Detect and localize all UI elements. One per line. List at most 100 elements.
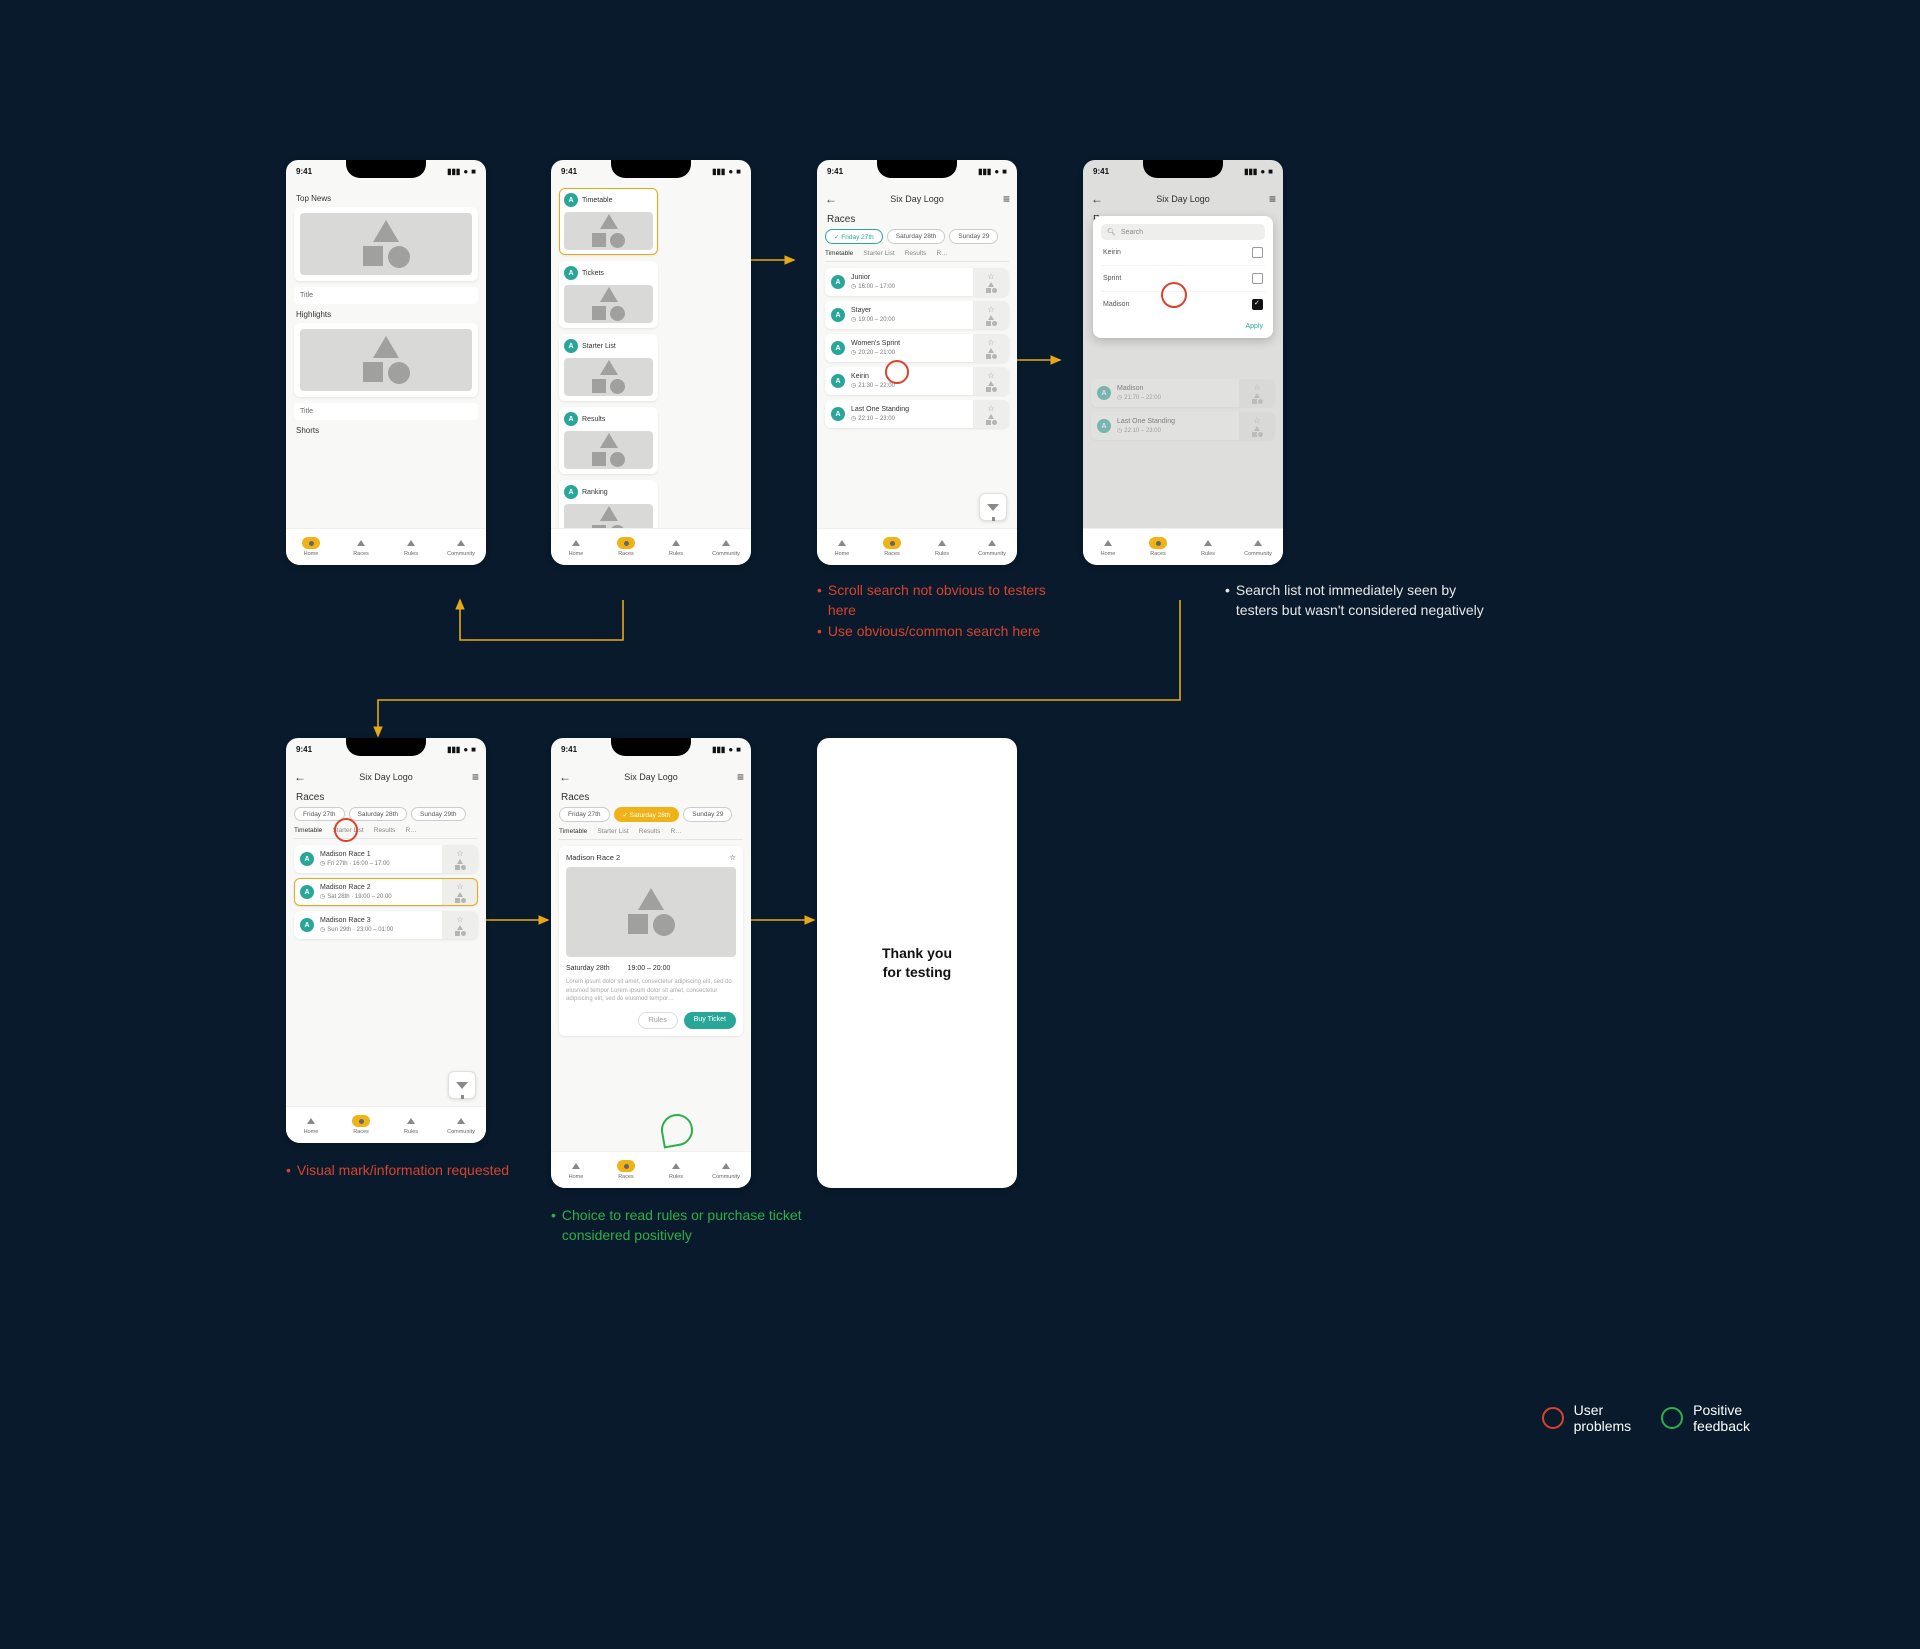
apply-button[interactable]: Apply bbox=[1101, 317, 1265, 330]
filter-fab[interactable] bbox=[448, 1071, 476, 1099]
race-item[interactable]: AStayer◷19:00 – 20:00☆ bbox=[825, 301, 1009, 329]
nav-races[interactable]: Races bbox=[601, 529, 651, 565]
checkbox[interactable] bbox=[1252, 273, 1263, 284]
tile-timetable[interactable]: ATimetable bbox=[559, 188, 658, 255]
chip-friday[interactable]: Friday 27th bbox=[294, 807, 345, 821]
clock-icon: ◷ bbox=[851, 283, 856, 290]
nav-community[interactable]: Community bbox=[967, 529, 1017, 565]
page-title: Races bbox=[827, 214, 1007, 225]
tab-starter[interactable]: Starter List bbox=[863, 250, 894, 257]
race-item[interactable]: ALast One Standing◷22:10 – 23:00☆ bbox=[825, 400, 1009, 428]
day-chips[interactable]: Friday 27th Saturday 28th Sunday 29 bbox=[825, 229, 1009, 244]
nav-community[interactable]: Community bbox=[701, 1152, 751, 1188]
tab-results[interactable]: Results bbox=[905, 250, 927, 257]
filter-fab[interactable] bbox=[979, 493, 1007, 521]
screen-filtered-list: 9:41▮▮▮●■ ←Six Day Logo≡ Races Friday 27… bbox=[286, 738, 486, 1143]
chip-saturday[interactable]: Saturday 28th bbox=[887, 229, 945, 244]
race-item[interactable]: AMadison Race 3◷Sun 29th · 23:00 – 01:00… bbox=[294, 911, 478, 939]
nav-rules[interactable]: Rules bbox=[386, 1107, 436, 1143]
race-actions[interactable]: ☆ bbox=[973, 268, 1009, 296]
nav-rules[interactable]: Rules bbox=[651, 529, 701, 565]
race-item[interactable]: AMadison Race 1◷Fri 27th · 16:00 – 17:00… bbox=[294, 845, 478, 873]
nav-community[interactable]: Community bbox=[436, 529, 486, 565]
tile-starter-list[interactable]: AStarter List bbox=[559, 334, 658, 401]
star-icon[interactable]: ☆ bbox=[987, 272, 994, 281]
chip-sunday[interactable]: Sunday 29 bbox=[683, 807, 732, 822]
menu-icon[interactable]: ≡ bbox=[1003, 192, 1009, 206]
tile-tickets[interactable]: ATickets bbox=[559, 261, 658, 328]
problem-mark bbox=[334, 818, 358, 842]
header-logo: Six Day Logo bbox=[890, 194, 944, 204]
screen-thanks: Thank youfor testing bbox=[817, 738, 1017, 1188]
status-time: 9:41 bbox=[296, 167, 312, 176]
chip-saturday[interactable]: Saturday 28th bbox=[349, 807, 407, 821]
nav-community[interactable]: Community bbox=[701, 529, 751, 565]
annotation-visual-mark: Visual mark/information requested bbox=[286, 1160, 509, 1180]
problem-mark bbox=[885, 360, 909, 384]
nav-home[interactable]: Home bbox=[551, 529, 601, 565]
image-placeholder bbox=[300, 213, 472, 275]
bottom-nav: Home Races Rules Community bbox=[1083, 528, 1283, 565]
nav-rules[interactable]: Rules bbox=[1183, 529, 1233, 565]
race-item[interactable]: AJunior◷16:00 – 17:00☆ bbox=[825, 268, 1009, 296]
nav-community[interactable]: Community bbox=[436, 1107, 486, 1143]
checkbox-checked[interactable] bbox=[1252, 299, 1263, 310]
chip-friday[interactable]: Friday 27th bbox=[559, 807, 610, 822]
race-list[interactable]: AJunior◷16:00 – 17:00☆ AStayer◷19:00 – 2… bbox=[825, 268, 1009, 428]
chip-sunday[interactable]: Sunday 29 bbox=[949, 229, 998, 244]
screen-races-tiles: 9:41▮▮▮●■ ATimetable ATickets AStarter L… bbox=[551, 160, 751, 565]
nav-rules[interactable]: Rules bbox=[651, 1152, 701, 1188]
tile-results[interactable]: AResults bbox=[559, 407, 658, 474]
back-icon[interactable]: ← bbox=[825, 192, 837, 206]
nav-home[interactable]: Home bbox=[817, 529, 867, 565]
chip-sunday[interactable]: Sunday 29th bbox=[411, 807, 466, 821]
rules-button[interactable]: Rules bbox=[638, 1012, 678, 1029]
legend-positive: Positive feedback bbox=[1661, 1402, 1750, 1434]
bottom-nav: Home Races Rules Community bbox=[817, 528, 1017, 565]
back-icon[interactable]: ← bbox=[294, 770, 306, 784]
problem-mark bbox=[1161, 282, 1187, 308]
screen-body: ←Six Day Logo≡ Races Friday 27th Saturda… bbox=[286, 760, 486, 1143]
nav-rules[interactable]: Rules bbox=[917, 529, 967, 565]
screen-body: Top News Title Highlights Title Shorts bbox=[286, 182, 486, 565]
flow-canvas: 9:41 ▮▮▮●■ Top News Title Highlights Tit… bbox=[0, 0, 1920, 1649]
section-shorts: Shorts bbox=[296, 426, 476, 435]
buy-ticket-button[interactable]: Buy Ticket bbox=[684, 1012, 736, 1029]
nav-races[interactable]: Races bbox=[1133, 529, 1183, 565]
nav-races[interactable]: Races bbox=[336, 529, 386, 565]
nav-races[interactable]: Races bbox=[867, 529, 917, 565]
thanks-message: Thank youfor testing bbox=[817, 738, 1017, 1188]
race-item[interactable]: AKeirin◷21:30 – 22:00☆ bbox=[825, 367, 1009, 395]
day-chips[interactable]: Friday 27th Saturday 28th Sunday 29 bbox=[559, 807, 743, 822]
nav-rules[interactable]: Rules bbox=[386, 529, 436, 565]
phone-notch bbox=[1143, 160, 1223, 178]
nav-community[interactable]: Community bbox=[1233, 529, 1283, 565]
nav-races[interactable]: Races bbox=[336, 1107, 386, 1143]
race-item[interactable]: AWomen's Sprint◷20:20 – 21:00☆ bbox=[825, 334, 1009, 362]
image-placeholder bbox=[300, 329, 472, 391]
tab-more[interactable]: R… bbox=[936, 250, 947, 257]
bottom-nav: Home Races Rules Community bbox=[286, 528, 486, 565]
chip-saturday-active[interactable]: Saturday 28th bbox=[614, 807, 680, 822]
nav-home[interactable]: Home bbox=[286, 529, 336, 565]
back-icon[interactable]: ← bbox=[559, 770, 571, 784]
bottom-nav: Home Races Rules Community bbox=[551, 528, 751, 565]
news-card[interactable] bbox=[294, 207, 478, 281]
legend-positive-icon bbox=[1661, 1407, 1683, 1429]
race-item-selected[interactable]: AMadison Race 2◷Sat 28th · 19:00 – 20:00… bbox=[294, 878, 478, 906]
checkbox[interactable] bbox=[1252, 247, 1263, 258]
star-icon[interactable]: ☆ bbox=[729, 853, 736, 862]
status-right: ▮▮▮●■ bbox=[444, 167, 476, 176]
menu-icon[interactable]: ≡ bbox=[737, 770, 743, 784]
nav-home[interactable]: Home bbox=[1083, 529, 1133, 565]
search-input[interactable]: 🔍︎Search bbox=[1101, 224, 1265, 240]
filter-opt-keirin[interactable]: Keirin bbox=[1101, 240, 1265, 266]
menu-icon[interactable]: ≡ bbox=[472, 770, 478, 784]
nav-home[interactable]: Home bbox=[286, 1107, 336, 1143]
day-chips[interactable]: Friday 27th Saturday 28th Sunday 29th bbox=[294, 807, 478, 821]
nav-races[interactable]: Races bbox=[601, 1152, 651, 1188]
nav-home[interactable]: Home bbox=[551, 1152, 601, 1188]
highlight-card[interactable] bbox=[294, 323, 478, 397]
tab-timetable[interactable]: Timetable bbox=[825, 250, 853, 257]
chip-friday[interactable]: Friday 27th bbox=[825, 229, 883, 244]
